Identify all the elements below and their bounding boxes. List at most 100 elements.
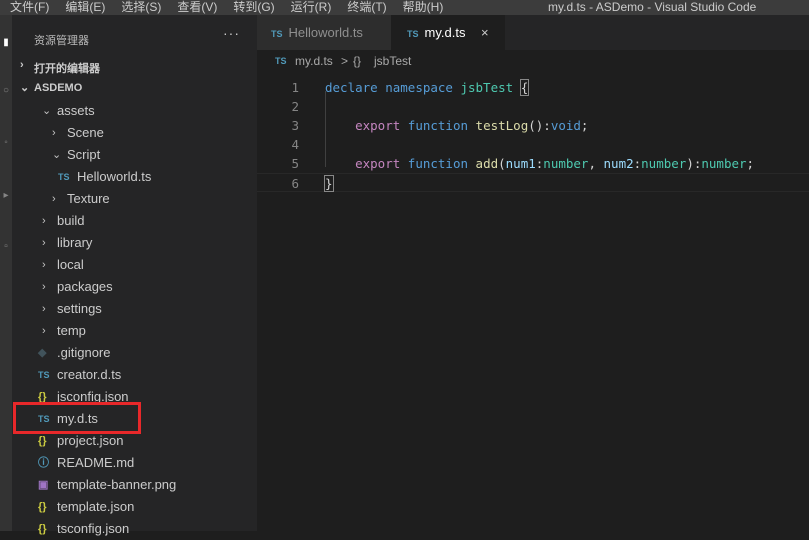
- type: void: [550, 118, 581, 133]
- keyword: function: [407, 156, 469, 171]
- tree-item-packages[interactable]: › packages: [12, 276, 257, 298]
- param: num2: [603, 156, 634, 171]
- tree-item-tsconfig-json[interactable]: {} tsconfig.json: [12, 518, 257, 540]
- menu-run[interactable]: 运行(R): [281, 0, 338, 15]
- tree-item-label: build: [57, 213, 85, 228]
- line-number: 3: [291, 118, 299, 133]
- function-name: add: [475, 156, 499, 171]
- tree-item-label: temp: [57, 323, 86, 338]
- explorer-sidebar: 资源管理器 ··· › 打开的编辑器 ⌄ ASDEMO ⌄ assets › Scen…: [12, 15, 257, 536]
- chevron-down-icon: ⌄: [52, 149, 62, 161]
- tree-item-local[interactable]: › local: [12, 254, 257, 276]
- chevron-down-icon: ⌄: [20, 82, 30, 94]
- tree-item-label: Script: [67, 147, 101, 162]
- keyword: namespace: [385, 80, 453, 95]
- tree-item-assets[interactable]: ⌄ assets: [12, 100, 257, 122]
- source-control-icon[interactable]: ◦: [0, 137, 12, 151]
- tree-item-helloworld-ts[interactable]: TS Helloworld.ts: [12, 166, 257, 188]
- activity-bar: ▮ ○ ◦ ▸ ▫: [0, 15, 12, 531]
- editor-tabs: TS Helloworld.ts TS my.d.ts ×: [257, 15, 809, 50]
- menu-go[interactable]: 转到(G): [223, 0, 280, 15]
- chevron-right-icon: ›: [42, 281, 46, 293]
- menu-help[interactable]: 帮助(H): [393, 0, 450, 15]
- search-icon[interactable]: ○: [0, 85, 12, 99]
- keyword: function: [407, 118, 469, 133]
- project-section[interactable]: ⌄ ASDEMO: [12, 78, 257, 100]
- close-icon[interactable]: ×: [481, 15, 489, 50]
- tree-item-label: Helloworld.ts: [77, 169, 152, 184]
- tree-item-label: tsconfig.json: [57, 521, 130, 536]
- explorer-icon[interactable]: ▮: [0, 37, 12, 51]
- ts-icon: TS: [275, 56, 287, 66]
- code-line: 1 declare namespace jsbTest {: [257, 78, 809, 97]
- code-editor[interactable]: 1 declare namespace jsbTest { 2 3 export…: [257, 72, 809, 531]
- function-name: testLog: [475, 118, 529, 133]
- menu-selection[interactable]: 选择(S): [111, 0, 167, 15]
- tree-item-label: packages: [57, 279, 113, 294]
- open-editors-label: 打开的编辑器: [34, 63, 100, 75]
- debug-icon[interactable]: ▸: [0, 190, 12, 204]
- tree-item-template-banner-png[interactable]: ▣ template-banner.png: [12, 474, 257, 496]
- tree-item-library[interactable]: › library: [12, 232, 257, 254]
- code-line: 3 export function testLog():void;: [257, 116, 809, 135]
- line-number: 1: [291, 80, 299, 95]
- code-line: 2: [257, 97, 809, 116]
- tree-item-label: README.md: [57, 455, 135, 470]
- tree-item-build[interactable]: › build: [12, 210, 257, 232]
- tree-item-settings[interactable]: › settings: [12, 298, 257, 320]
- tree-item-temp[interactable]: › temp: [12, 320, 257, 342]
- menu-view[interactable]: 查看(V): [167, 0, 223, 15]
- menu-file[interactable]: 文件(F): [0, 0, 55, 15]
- chevron-right-icon: ›: [42, 325, 46, 337]
- namespace-name: jsbTest: [460, 80, 514, 95]
- tab-my-d-ts[interactable]: TS my.d.ts ×: [391, 15, 505, 50]
- brace: }: [324, 175, 334, 192]
- tree-item-readme-md[interactable]: ⓘ README.md: [12, 452, 257, 474]
- chevron-right-icon: ›: [42, 237, 46, 249]
- tree-item-scene[interactable]: › Scene: [12, 122, 257, 144]
- tree-item-label: local: [57, 257, 84, 272]
- breadcrumb-separator: >: [341, 54, 349, 68]
- menu-bar: 文件(F) 编辑(E) 选择(S) 查看(V) 转到(G) 运行(R) 终端(T) 帮助(H)…: [0, 0, 809, 15]
- json-file-icon: {}: [38, 523, 47, 535]
- json-file-icon: {}: [38, 501, 47, 513]
- menu-edit[interactable]: 编辑(E): [55, 0, 111, 15]
- tree-item-template-json[interactable]: {} template.json: [12, 496, 257, 518]
- project-label: ASDEMO: [34, 82, 83, 94]
- tree-item-label: template-banner.png: [57, 477, 177, 492]
- breadcrumb-file[interactable]: my.d.ts: [295, 50, 333, 72]
- extensions-icon[interactable]: ▫: [0, 241, 12, 255]
- tree-item-script[interactable]: ⌄ Script: [12, 144, 257, 166]
- ts-file-icon: TS: [38, 370, 50, 380]
- code-line: 4: [257, 135, 809, 154]
- tree-item-label: Texture: [67, 191, 110, 206]
- tab-helloworld[interactable]: TS Helloworld.ts: [257, 15, 391, 50]
- explorer-title: 资源管理器: [34, 35, 89, 47]
- ts-icon: TS: [271, 29, 283, 39]
- chevron-down-icon: ⌄: [42, 105, 52, 117]
- code-line-current: 6 }: [257, 173, 809, 192]
- tree-item-label: assets: [57, 103, 95, 118]
- tree-item-label: template.json: [57, 499, 135, 514]
- keyword: export: [355, 118, 401, 133]
- chevron-right-icon: ›: [20, 59, 24, 71]
- ts-icon: TS: [407, 29, 419, 39]
- type: number: [701, 156, 747, 171]
- line-number: 2: [291, 99, 299, 114]
- breadcrumb-symbol[interactable]: jsbTest: [374, 50, 411, 72]
- menu-terminal[interactable]: 终端(T): [337, 0, 392, 15]
- open-editors-section[interactable]: › 打开的编辑器: [12, 56, 257, 78]
- window-title: my.d.ts - ASDemo - Visual Studio Code: [548, 0, 757, 14]
- more-actions-icon[interactable]: ···: [223, 25, 240, 41]
- chevron-right-icon: ›: [42, 215, 46, 227]
- tree-item-label: library: [57, 235, 93, 250]
- chevron-right-icon: ›: [42, 259, 46, 271]
- ts-file-icon: TS: [58, 172, 70, 182]
- tree-item--gitignore[interactable]: ◆ .gitignore: [12, 342, 257, 364]
- tree-item-texture[interactable]: › Texture: [12, 188, 257, 210]
- tree-item-creator-d-ts[interactable]: TS creator.d.ts: [12, 364, 257, 386]
- tree-item-label: creator.d.ts: [57, 367, 122, 382]
- chevron-right-icon: ›: [52, 193, 56, 205]
- punctuation: ():: [528, 118, 551, 133]
- namespace-icon: {}: [353, 54, 362, 68]
